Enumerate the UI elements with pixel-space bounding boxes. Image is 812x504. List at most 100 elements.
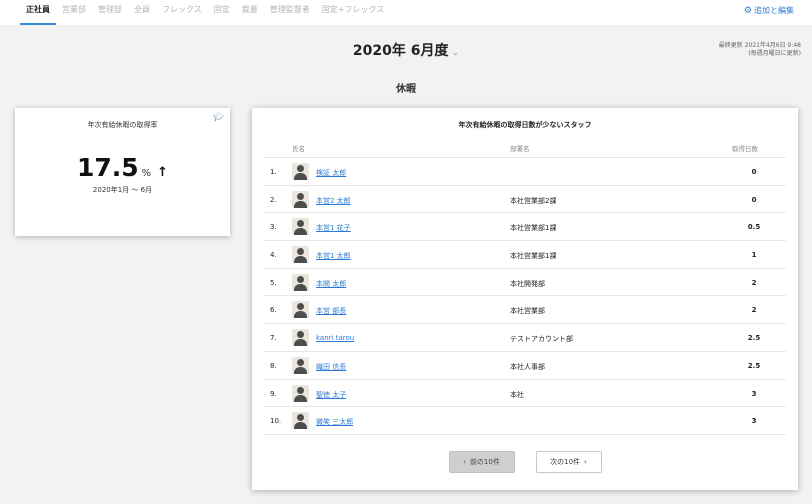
row-number: 2. <box>270 195 277 204</box>
days-taken: 0.5 <box>747 223 761 232</box>
tab-3[interactable]: 全員 <box>128 0 156 25</box>
tab-0[interactable]: 正社員 <box>20 0 56 25</box>
days-taken: 3 <box>751 389 757 398</box>
staff-name-link[interactable]: 織田 信長 <box>316 362 346 372</box>
column-header-name: 氏名 <box>292 145 305 153</box>
table-row: 9. 聖徳 太子 本社 3 <box>264 380 786 408</box>
staff-card-title: 年次有給休暇の取得日数が少ないスタッフ <box>458 121 592 129</box>
tab-7[interactable]: 管理監督者 <box>264 0 316 25</box>
department-name: 本社開発部 <box>510 279 545 288</box>
prev-page-button[interactable]: ‹ 前の10件 <box>448 451 515 473</box>
leave-rate-title: 年次有給休暇の取得率 <box>87 121 158 129</box>
leave-rate-range: 2020年1月 〜 6月 <box>92 186 153 194</box>
low-leave-staff-card: 年次有給休暇の取得日数が少ないスタッフ 氏名 部署名 取得日数 1. 検証 太郎 0… <box>252 108 798 490</box>
row-number: 4. <box>270 251 277 260</box>
table-row: 8. 織田 信長 本社人事部 2.5 <box>264 352 786 380</box>
chevron-left-icon: ‹ <box>463 458 466 466</box>
avatar <box>292 246 309 264</box>
row-number: 7. <box>270 334 277 343</box>
department-name: 本社営業部1課 <box>510 252 557 261</box>
row-number: 8. <box>270 361 277 370</box>
table-row: 2. 本営2 太郎 本社営業部2課 0 <box>264 186 786 214</box>
tab-1[interactable]: 営業部 <box>56 0 92 25</box>
chevron-right-icon: › <box>584 458 587 466</box>
staff-table-body: 1. 検証 太郎 0 2. 本営2 太郎 本社営業部2課 0 3. 本営1 花子 本社営業部1課 0… <box>264 158 786 435</box>
avatar <box>292 301 309 319</box>
staff-name-link[interactable]: 聖徳 太子 <box>316 390 346 400</box>
table-row: 1. 検証 太郎 0 <box>264 158 786 186</box>
period-label: 2020年 6月度 <box>352 43 449 59</box>
staff-name-link[interactable]: 本営1 花子 <box>316 223 351 233</box>
add-edit-button[interactable]: ⚙ 追加と編集 <box>744 5 794 16</box>
row-number: 9. <box>270 389 277 398</box>
column-header-days: 取得日数 <box>732 145 758 153</box>
leave-rate-value-line: 17.5% ↑ <box>15 153 230 182</box>
employment-type-tabs: 正社員 営業部 管理部 全員 フレックス 固定 裁量 管理監督者 固定+フレックス <box>20 0 390 25</box>
update-schedule-note: (毎週月曜日に更新) <box>748 50 801 57</box>
leave-rate-value: 17.5 <box>76 153 139 182</box>
department-name: 本社 <box>510 390 524 399</box>
department-name: 本社営業部 <box>510 307 545 316</box>
tab-4[interactable]: フレックス <box>156 0 208 25</box>
tab-6[interactable]: 裁量 <box>236 0 264 25</box>
avatar <box>292 190 309 208</box>
row-number: 6. <box>270 306 277 315</box>
days-taken: 0 <box>751 168 757 176</box>
staff-name-link[interactable]: 本営1 太郎 <box>316 251 351 261</box>
department-name: テストアカウント部 <box>510 335 573 344</box>
next-page-button[interactable]: 次の10件 › <box>535 451 602 473</box>
table-row: 3. 本営1 花子 本社営業部1課 0.5 <box>264 213 786 242</box>
avatar <box>292 273 309 291</box>
column-header-department: 部署名 <box>510 145 530 153</box>
row-number: 5. <box>270 278 277 287</box>
department-name: 本社営業部1課 <box>510 224 557 233</box>
row-number: 1. <box>270 168 277 176</box>
days-taken: 0 <box>751 195 757 204</box>
staff-name-link[interactable]: 検証 太郎 <box>316 168 346 178</box>
days-taken: 1 <box>751 251 757 260</box>
days-taken: 2 <box>751 278 757 287</box>
tab-2[interactable]: 管理部 <box>92 0 128 25</box>
add-edit-label: 追加と編集 <box>754 6 794 15</box>
next-page-label: 次の10件 <box>550 458 581 466</box>
staff-name-link[interactable]: 本営2 太郎 <box>316 196 351 206</box>
days-taken: 2.5 <box>747 361 761 370</box>
gear-icon: ⚙ <box>743 5 752 16</box>
graduation-cap-icon[interactable]: 🎓︎ <box>213 113 224 123</box>
row-number: 10. <box>270 417 282 426</box>
trend-up-arrow-icon: ↑ <box>157 165 169 180</box>
staff-name-link[interactable]: 本営 部長 <box>316 306 346 316</box>
pagination: ‹ 前の10件 次の10件 › <box>252 451 798 473</box>
table-row: 4. 本営1 太郎 本社営業部1課 1 <box>264 241 786 269</box>
chevron-down-icon: ⌄ <box>451 48 460 58</box>
tab-5[interactable]: 固定 <box>208 0 236 25</box>
table-row: 7. kanri tarou テストアカウント部 2.5 <box>264 324 786 352</box>
table-row: 6. 本営 部長 本社営業部 2 <box>264 296 786 325</box>
top-tab-bar: 正社員 営業部 管理部 全員 フレックス 固定 裁量 管理監督者 固定+フレックス ⚙ 追加と編… <box>0 0 812 25</box>
avatar <box>292 218 309 236</box>
last-updated-time: 最終更新 2021年4月6日 9:48 <box>718 42 801 49</box>
staff-name-link[interactable]: 本開 太郎 <box>316 279 346 289</box>
prev-page-label: 前の10件 <box>469 458 500 466</box>
tab-8[interactable]: 固定+フレックス <box>316 0 390 25</box>
days-taken: 2 <box>751 306 757 315</box>
staff-name-link[interactable]: kanri tarou <box>316 334 354 342</box>
row-number: 3. <box>270 223 277 232</box>
avatar <box>292 384 309 402</box>
avatar <box>292 412 309 430</box>
leave-rate-card: 年次有給休暇の取得率 🎓︎ 17.5% ↑ 2020年1月 〜 6月 <box>15 108 230 236</box>
last-updated: 最終更新 2021年4月6日 9:48 (毎週月曜日に更新) <box>719 42 801 58</box>
leave-rate-unit: % <box>141 168 152 179</box>
avatar <box>292 356 309 374</box>
staff-name-link[interactable]: 微笑 三太郎 <box>316 417 353 427</box>
days-taken: 2.5 <box>747 334 761 343</box>
avatar <box>292 163 309 180</box>
avatar <box>292 329 309 347</box>
days-taken: 3 <box>751 417 757 426</box>
section-title: 休暇 <box>396 84 416 95</box>
table-row: 10. 微笑 三太郎 3 <box>264 407 786 435</box>
period-selector[interactable]: 2020年 6月度 ⌄ <box>0 40 812 60</box>
department-name: 本社人事部 <box>510 362 545 371</box>
department-name: 本社営業部2課 <box>510 196 557 205</box>
table-row: 5. 本開 太郎 本社開発部 2 <box>264 269 786 297</box>
